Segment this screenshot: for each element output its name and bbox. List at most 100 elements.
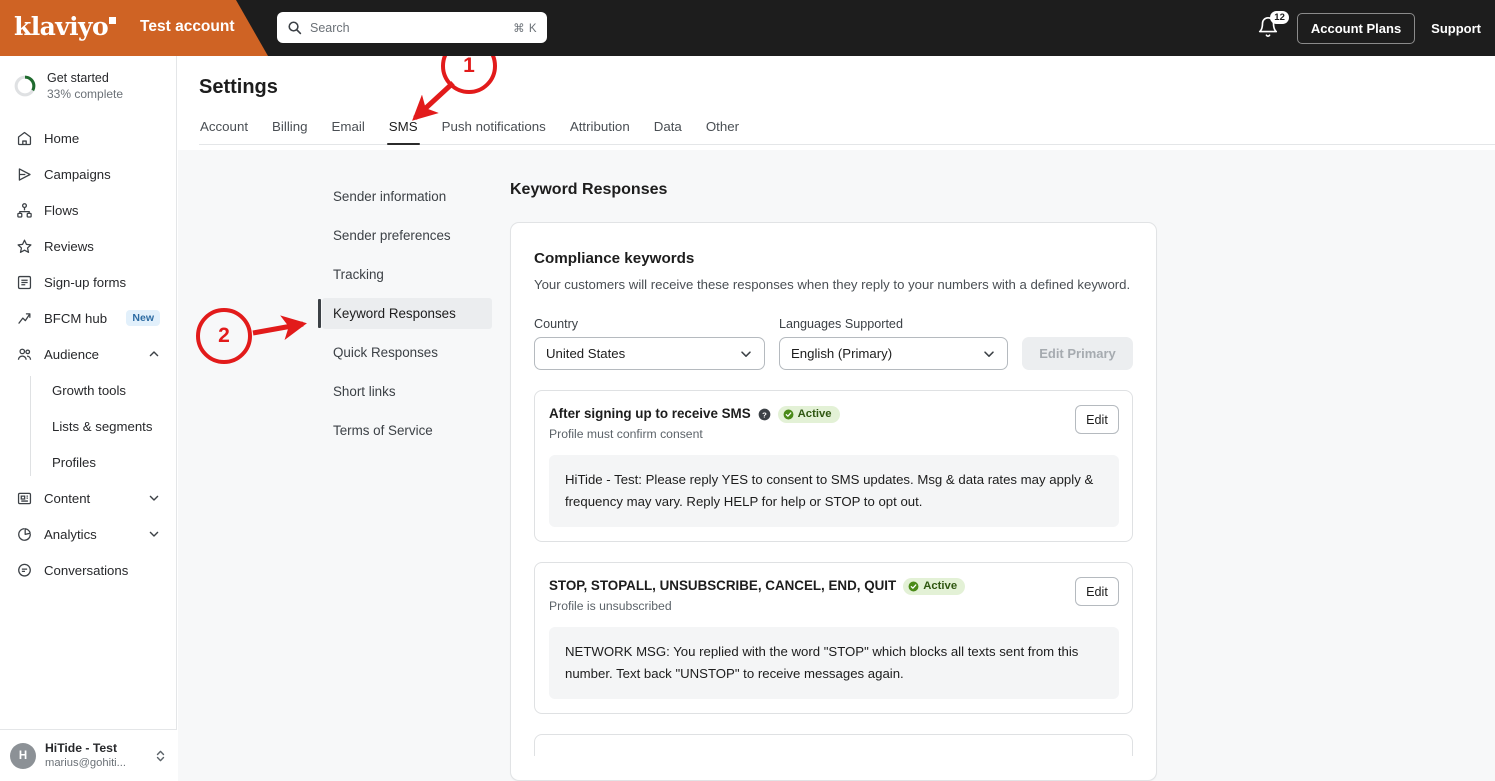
languages-select[interactable]: English (Primary) — [779, 337, 1008, 370]
tab-other[interactable]: Other — [694, 114, 751, 144]
sidebar-item-lists-segments[interactable]: Lists & segments — [46, 408, 168, 444]
keyword-message-preview: NETWORK MSG: You replied with the word "… — [549, 627, 1119, 699]
topbar-right-actions: 12 Account Plans Support — [1257, 0, 1481, 56]
check-circle-icon — [783, 409, 794, 419]
sidebar-account-switcher[interactable]: H HiTide - Test marius@gohiti... — [0, 729, 177, 781]
sidebar-item-label: Home — [44, 130, 80, 146]
edit-button[interactable]: Edit — [1075, 405, 1119, 434]
sidebar-item-content[interactable]: Content — [8, 480, 168, 516]
keyword-title-row: STOP, STOPALL, UNSUBSCRIBE, CANCEL, END,… — [549, 577, 1065, 595]
page-title: Settings — [199, 76, 278, 98]
account-name-label: Test account — [140, 18, 235, 35]
tab-push-notifications[interactable]: Push notifications — [430, 114, 558, 144]
chevron-down-icon — [984, 350, 994, 357]
sidebar-item-flows[interactable]: Flows — [8, 192, 168, 228]
subnav-item-tracking[interactable]: Tracking — [322, 259, 492, 290]
settings-content-area: Sender information Sender preferences Tr… — [178, 150, 1495, 781]
chevron-up-down-icon — [156, 750, 165, 761]
status-badge: Active — [903, 577, 966, 595]
keyword-card-subtitle: Profile is unsubscribed — [549, 599, 672, 613]
progress-ring-icon — [14, 75, 36, 97]
tab-attribution[interactable]: Attribution — [558, 114, 642, 144]
keyword-card-partial — [534, 734, 1133, 756]
keyword-card-subtitle: Profile must confirm consent — [549, 427, 703, 441]
filters-row: Country United States Languages Supporte… — [534, 317, 1133, 370]
card-heading: Compliance keywords — [534, 250, 695, 267]
country-field: Country United States — [534, 317, 765, 370]
tab-data[interactable]: Data — [642, 114, 694, 144]
get-started-item[interactable]: Get started 33% complete — [0, 56, 176, 114]
sidebar-item-signup-forms[interactable]: Sign-up forms — [8, 264, 168, 300]
keyword-card-title: After signing up to receive SMS — [549, 406, 751, 421]
subnav-item-short-links[interactable]: Short links — [322, 376, 492, 407]
edit-button[interactable]: Edit — [1075, 577, 1119, 606]
country-selected-value: United States — [546, 346, 626, 361]
keyword-message-preview: HiTide - Test: Please reply YES to conse… — [549, 455, 1119, 527]
sidebar-item-label: Reviews — [44, 238, 94, 254]
home-icon — [16, 130, 33, 147]
subnav-item-quick-responses[interactable]: Quick Responses — [322, 337, 492, 368]
sidebar-nav-list: Home Campaigns Flows Reviews Sign-up for… — [0, 114, 176, 588]
country-select[interactable]: United States — [534, 337, 765, 370]
sidebar-item-conversations[interactable]: Conversations — [8, 552, 168, 588]
flows-icon — [16, 202, 33, 219]
sidebar-item-growth-tools[interactable]: Growth tools — [46, 372, 168, 408]
status-badge: Active — [777, 405, 840, 423]
notification-count-badge: 12 — [1270, 11, 1289, 24]
sidebar-item-label: Flows — [44, 202, 79, 218]
form-icon — [16, 274, 33, 291]
sidebar-item-home[interactable]: Home — [8, 120, 168, 156]
subnav-item-terms-of-service[interactable]: Terms of Service — [322, 415, 492, 446]
languages-field: Languages Supported English (Primary) — [779, 317, 1008, 370]
main-content: Settings Account Billing Email SMS Push … — [178, 56, 1495, 781]
klaviyo-logo[interactable]: klaviyo — [14, 12, 117, 42]
sidebar-item-label: Sign-up forms — [44, 274, 127, 290]
keyword-card-titles: STOP, STOPALL, UNSUBSCRIBE, CANCEL, END,… — [549, 577, 1065, 614]
country-label: Country — [534, 317, 579, 331]
content-icon — [16, 490, 33, 507]
notifications-button[interactable]: 12 — [1257, 11, 1289, 40]
status-badge-label: Active — [923, 579, 958, 592]
send-icon — [16, 166, 33, 183]
sidebar-item-reviews[interactable]: Reviews — [8, 228, 168, 264]
sidebar-item-campaigns[interactable]: Campaigns — [8, 156, 168, 192]
audience-sub-items: Growth tools Lists & segments Profiles — [30, 372, 168, 480]
subnav-item-sender-information[interactable]: Sender information — [322, 181, 492, 212]
people-icon — [16, 346, 33, 363]
get-started-title: Get started — [47, 71, 109, 85]
subnav-item-sender-preferences[interactable]: Sender preferences — [322, 220, 492, 251]
top-navigation-bar: klaviyo Test account Search ⌘ K 12 Accou… — [0, 0, 1495, 56]
sidebar-item-profiles[interactable]: Profiles — [46, 444, 168, 480]
sidebar-item-bfcm-hub[interactable]: BFCM hub New — [8, 300, 168, 336]
edit-primary-button[interactable]: Edit Primary — [1022, 337, 1133, 370]
tab-account[interactable]: Account — [200, 114, 260, 144]
logo-square-mark — [109, 17, 117, 24]
sidebar-item-label: Content — [44, 490, 91, 506]
keyword-title-row: After signing up to receive SMS ? Active — [549, 405, 1065, 423]
keyword-card: After signing up to receive SMS ? Active… — [534, 390, 1133, 542]
subnav-item-keyword-responses[interactable]: Keyword Responses — [318, 298, 492, 329]
keyword-card-titles: After signing up to receive SMS ? Active… — [549, 405, 1065, 442]
new-badge: New — [126, 310, 160, 326]
chevron-down-icon — [741, 350, 751, 357]
tab-sms[interactable]: SMS — [377, 114, 430, 145]
help-icon[interactable]: ? — [758, 408, 771, 421]
account-plans-button[interactable]: Account Plans — [1296, 12, 1416, 44]
get-started-progress: 33% complete — [47, 87, 124, 101]
search-icon — [288, 21, 302, 35]
brand-area[interactable]: klaviyo Test account — [14, 12, 235, 42]
tab-email[interactable]: Email — [320, 114, 377, 144]
account-display-name: HiTide - Test — [45, 741, 118, 755]
search-placeholder[interactable]: Search — [310, 21, 513, 35]
tab-billing[interactable]: Billing — [260, 114, 319, 144]
sidebar-item-analytics[interactable]: Analytics — [8, 516, 168, 552]
check-circle-icon — [908, 581, 919, 591]
trending-up-icon — [16, 310, 33, 327]
avatar: H — [10, 742, 36, 769]
global-search-box[interactable]: Search ⌘ K — [277, 12, 547, 43]
compliance-keywords-card: Compliance keywords Your customers will … — [510, 222, 1157, 781]
sidebar-item-label: Audience — [44, 346, 99, 362]
sidebar-item-audience[interactable]: Audience — [8, 336, 168, 372]
support-link[interactable]: Support — [1431, 21, 1481, 36]
star-icon — [16, 238, 33, 255]
